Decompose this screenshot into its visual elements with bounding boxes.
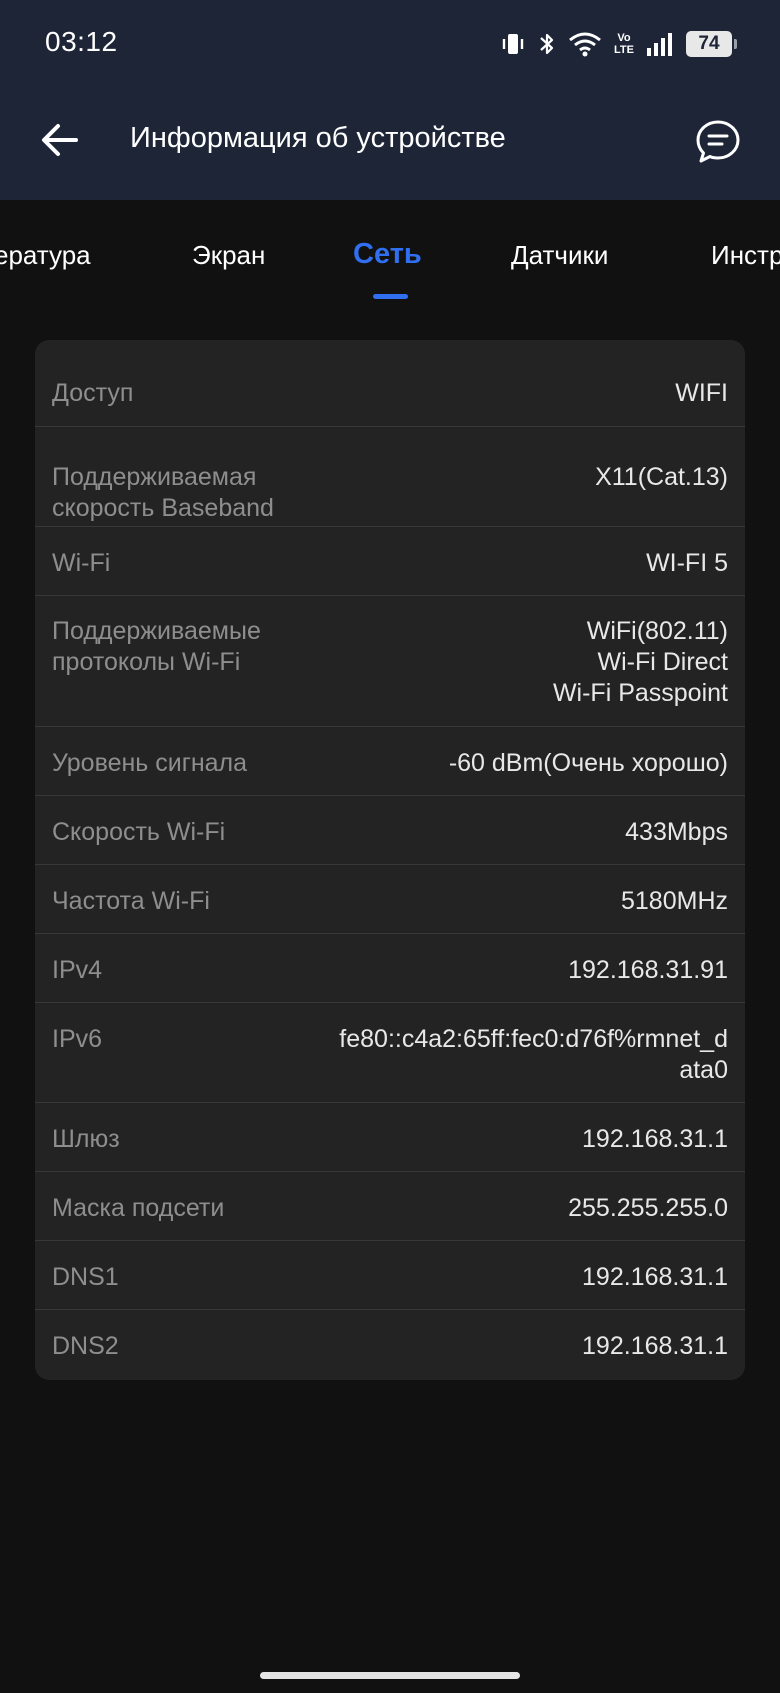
info-row-dns1: DNS1 192.168.31.1	[35, 1241, 745, 1310]
status-icons: Vo LTE 74	[500, 26, 737, 62]
tab-screen[interactable]: Экран	[192, 240, 265, 271]
info-value-list: WiFi(802.11) Wi-Fi Direct Wi-Fi Passpoin…	[553, 616, 728, 709]
info-value: 192.168.31.1	[582, 1125, 728, 1153]
info-row-wifi-speed: Скорость Wi-Fi 433Mbps	[35, 796, 745, 865]
info-value: 192.168.31.1	[582, 1263, 728, 1291]
app-header: 03:12 Vo LTE 74 Информация об устройстве	[0, 0, 780, 200]
info-label: Wi-Fi	[52, 549, 111, 577]
chat-bubble-icon	[696, 120, 740, 163]
tab-network[interactable]: Сеть	[353, 238, 422, 271]
volte-top-text: Vo	[617, 32, 631, 44]
signal-icon	[646, 32, 674, 56]
info-row-access: Доступ WIFI	[35, 340, 745, 427]
info-label: Поддерживаемая скорость Baseband	[52, 463, 274, 522]
info-label: IPv6	[52, 1025, 103, 1053]
info-label: Скорость Wi-Fi	[52, 818, 226, 846]
volte-indicator: Vo LTE	[614, 32, 634, 56]
info-value: fe80::c4a2:65ff:fec0:d76f%rmnet_data0	[339, 1025, 728, 1084]
info-label: IPv4	[52, 956, 103, 984]
active-tab-indicator	[373, 294, 408, 299]
info-row-signal-level: Уровень сигнала -60 dBm(Очень хорошо)	[35, 727, 745, 796]
info-label: DNS2	[52, 1332, 119, 1360]
info-row-wifi-frequency: Частота Wi-Fi 5180MHz	[35, 865, 745, 934]
home-indicator[interactable]	[260, 1672, 520, 1679]
back-button[interactable]	[36, 116, 84, 164]
battery-icon: 74	[686, 31, 737, 57]
info-value: 5180MHz	[621, 887, 728, 915]
info-value-line: Wi-Fi Passpoint	[552, 679, 728, 707]
info-row-subnet-mask: Маска подсети 255.255.255.0	[35, 1172, 745, 1241]
info-label: Маска подсети	[52, 1194, 225, 1222]
info-value: X11(Cat.13)	[595, 463, 728, 491]
info-value: -60 dBm(Очень хорошо)	[448, 749, 728, 777]
tab-temperature[interactable]: ература	[0, 240, 91, 271]
info-row-wifi-standard: Wi-Fi WI-FI 5	[35, 527, 745, 596]
info-value-line: Wi-Fi Direct	[597, 648, 728, 676]
info-label: Поддерживаемые протоколы Wi-Fi	[52, 617, 261, 676]
info-value: 433Mbps	[625, 818, 728, 846]
bluetooth-icon	[538, 31, 556, 57]
info-value: 192.168.31.91	[568, 956, 728, 984]
volte-bottom-text: LTE	[614, 44, 634, 56]
info-row-gateway: Шлюз 192.168.31.1	[35, 1103, 745, 1172]
info-row-wifi-protocols: Поддерживаемые протоколы Wi-Fi WiFi(802.…	[35, 596, 745, 727]
info-value: 192.168.31.1	[582, 1332, 728, 1360]
info-label: Доступ	[52, 379, 134, 407]
wifi-icon	[568, 31, 602, 57]
status-time: 03:12	[45, 26, 118, 57]
arrow-left-icon	[42, 124, 78, 156]
feedback-button[interactable]	[692, 116, 744, 168]
info-row-ipv4: IPv4 192.168.31.91	[35, 934, 745, 1003]
info-label: Шлюз	[52, 1125, 120, 1153]
info-row-ipv6: IPv6 fe80::c4a2:65ff:fec0:d76f%rmnet_dat…	[35, 1003, 745, 1103]
page-title: Информация об устройстве	[130, 122, 506, 154]
info-value-line: WiFi(802.11)	[586, 617, 728, 645]
tab-sensors[interactable]: Датчики	[511, 240, 608, 271]
category-tabs: ература Экран Сеть Датчики Инстр	[0, 200, 780, 310]
info-value: 255.255.255.0	[568, 1194, 728, 1222]
info-row-dns2: DNS2 192.168.31.1	[35, 1310, 745, 1379]
vibrate-icon	[500, 31, 526, 57]
tab-tools[interactable]: Инстр	[711, 240, 780, 271]
info-label: Частота Wi-Fi	[52, 887, 210, 915]
network-info-card: Доступ WIFI Поддерживаемая скорость Base…	[35, 340, 745, 1380]
info-value: WI-FI 5	[646, 549, 728, 577]
info-label: DNS1	[52, 1263, 119, 1291]
info-row-baseband-speed: Поддерживаемая скорость Baseband X11(Cat…	[35, 427, 745, 527]
info-label: Уровень сигнала	[52, 749, 248, 777]
info-value: WIFI	[675, 379, 728, 407]
